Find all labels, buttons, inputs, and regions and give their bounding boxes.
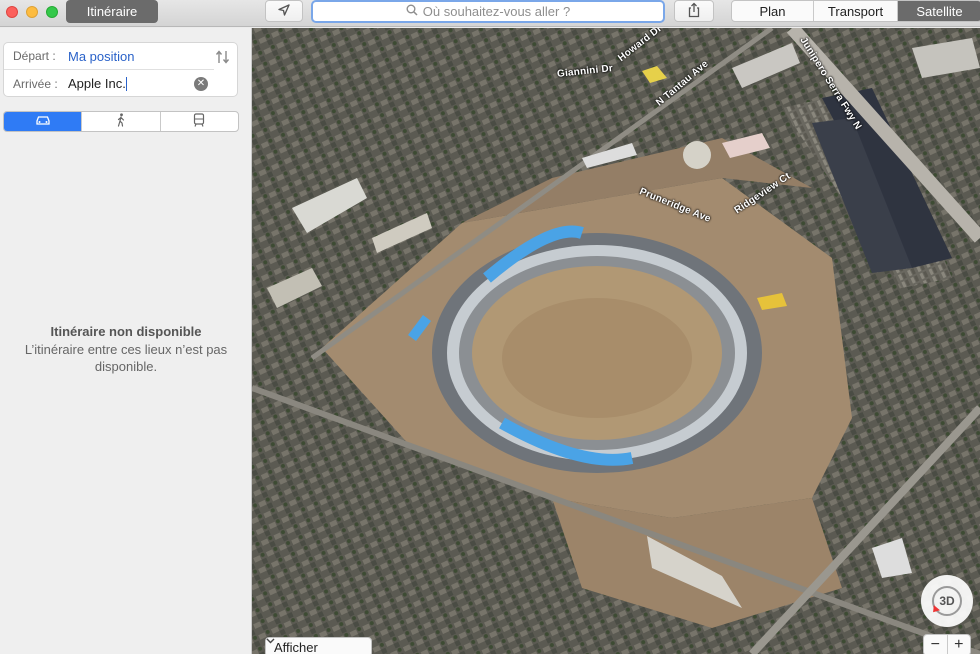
satellite-imagery <box>252 28 980 654</box>
directions-sidebar: Départ : Ma position Arrivée : Apple Inc… <box>0 28 252 654</box>
toolbar: Itinéraire Où souhaitez-vous aller ? Pla… <box>0 0 980 27</box>
arrival-label: Arrivée : <box>13 76 58 91</box>
location-arrow-icon <box>277 3 291 20</box>
mode-driving-button[interactable] <box>4 112 83 131</box>
show-menu-button[interactable]: Afficher <box>265 637 372 654</box>
window-zoom-button[interactable] <box>46 6 58 18</box>
compass-3d-button[interactable]: 3D <box>921 575 973 627</box>
3d-label: 3D <box>939 594 955 608</box>
window-close-button[interactable] <box>6 6 18 18</box>
text-cursor <box>125 76 127 91</box>
zoom-in-button[interactable]: + <box>948 635 971 654</box>
search-icon <box>406 4 423 19</box>
zoom-control: − + <box>923 634 971 654</box>
share-icon <box>687 2 701 21</box>
search-placeholder: Où souhaitez-vous aller ? <box>422 4 571 19</box>
show-menu-label: Afficher <box>274 639 318 654</box>
transport-mode-selector <box>3 111 239 132</box>
route-fields: Départ : Ma position Arrivée : Apple Inc… <box>3 42 238 97</box>
close-icon: ✕ <box>196 78 206 89</box>
departure-row[interactable]: Départ : Ma position <box>4 43 214 70</box>
transit-icon <box>193 113 205 130</box>
walk-icon <box>116 113 126 130</box>
swap-directions-icon[interactable] <box>215 48 231 69</box>
arrival-field[interactable]: Apple Inc. <box>68 76 126 91</box>
map-mode-selector: Plan Transport Satellite <box>731 0 980 22</box>
share-button[interactable] <box>674 0 714 22</box>
message-body: L’itinéraire entre ces lieux n’est pas d… <box>24 342 228 374</box>
clear-arrival-button[interactable]: ✕ <box>194 77 208 91</box>
car-icon <box>35 114 51 129</box>
tab-plan[interactable]: Plan <box>732 1 814 21</box>
satellite-map[interactable]: Howard Dr Giannini Dr N Tantau Ave Junip… <box>252 28 980 654</box>
departure-label: Départ : <box>13 49 56 63</box>
tab-satellite[interactable]: Satellite <box>898 1 980 21</box>
mode-walking-button[interactable] <box>82 112 161 131</box>
arrival-row[interactable]: Arrivée : Apple Inc. <box>4 70 214 97</box>
compass-icon: 3D <box>932 586 962 616</box>
mode-transit-button[interactable] <box>161 112 238 131</box>
tab-transport[interactable]: Transport <box>814 1 898 21</box>
zoom-out-button[interactable]: − <box>924 635 948 654</box>
departure-field[interactable]: Ma position <box>68 49 134 64</box>
current-location-button[interactable] <box>265 0 303 22</box>
window-minimize-button[interactable] <box>26 6 38 18</box>
search-input[interactable]: Où souhaitez-vous aller ? <box>311 0 665 23</box>
message-title: Itinéraire non disponible <box>50 324 202 339</box>
itinerary-button[interactable]: Itinéraire <box>66 0 158 23</box>
route-unavailable-message: Itinéraire non disponible L’itinéraire e… <box>0 324 252 375</box>
